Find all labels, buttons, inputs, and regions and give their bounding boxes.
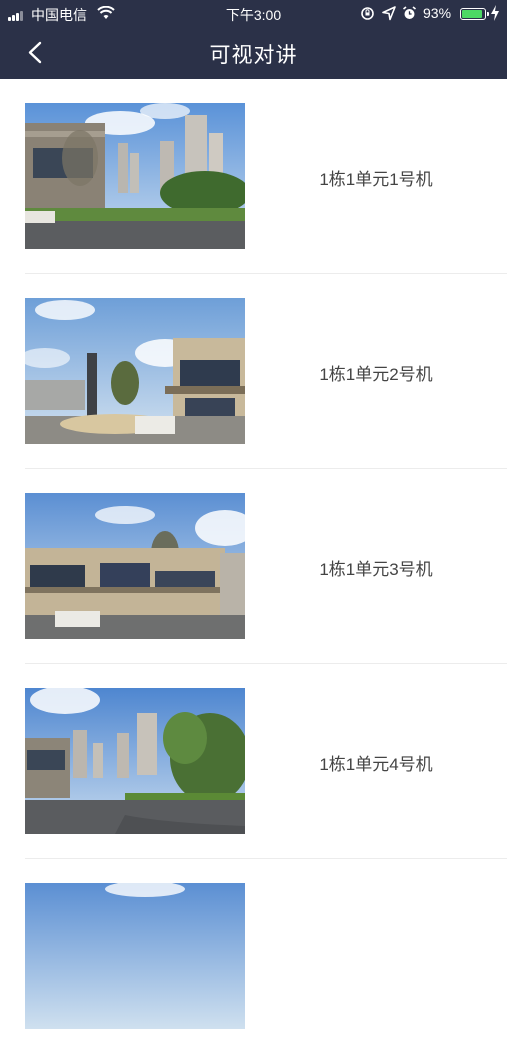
intercom-label: 1栋1单元2号机 bbox=[319, 365, 433, 384]
intercom-item-5[interactable] bbox=[0, 859, 507, 1054]
screen-lock-icon bbox=[360, 6, 375, 21]
intercom-label: 1栋1单元1号机 bbox=[319, 170, 433, 189]
intercom-list: 1栋1单元1号机 1栋1单元2号机 1栋1单元3号机 1栋1单元4号机 bbox=[0, 79, 507, 1054]
intercom-camera-thumbnail bbox=[25, 298, 245, 444]
alarm-icon bbox=[402, 6, 417, 21]
intercom-item-4[interactable]: 1栋1单元4号机 bbox=[0, 664, 507, 859]
intercom-item-1[interactable]: 1栋1单元1号机 bbox=[0, 79, 507, 274]
intercom-camera-thumbnail bbox=[25, 883, 245, 1029]
status-bar: 中国电信 下午3:00 93% bbox=[0, 0, 507, 28]
intercom-item-2[interactable]: 1栋1单元2号机 bbox=[0, 274, 507, 469]
intercom-camera-thumbnail bbox=[25, 493, 245, 639]
intercom-label: 1栋1单元3号机 bbox=[319, 560, 433, 579]
location-icon bbox=[382, 6, 396, 21]
intercom-camera-thumbnail bbox=[25, 688, 245, 834]
page-title: 可视对讲 bbox=[209, 44, 298, 67]
navigation-bar: 可视对讲 bbox=[0, 28, 507, 79]
header: 中国电信 下午3:00 93% 可视对讲 bbox=[0, 0, 507, 79]
intercom-item-3[interactable]: 1栋1单元3号机 bbox=[0, 469, 507, 664]
battery-percent: 93% bbox=[423, 5, 452, 21]
intercom-camera-thumbnail bbox=[25, 103, 245, 249]
battery-icon bbox=[460, 8, 489, 20]
intercom-label: 1栋1单元4号机 bbox=[319, 755, 433, 774]
charging-bolt-icon bbox=[490, 5, 500, 21]
